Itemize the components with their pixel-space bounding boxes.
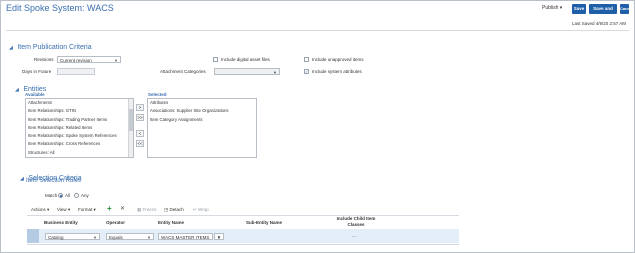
- row-header-selector[interactable]: [27, 229, 39, 243]
- column-header-entity-name[interactable]: Entity Name: [158, 220, 184, 225]
- include-unapproved-label: Include unapproved items: [312, 57, 364, 62]
- available-label: Available: [25, 92, 45, 97]
- match-label: Match: [45, 193, 58, 198]
- list-item[interactable]: Structures: All: [26, 149, 133, 157]
- collapse-triangle-icon: ◢: [20, 176, 24, 182]
- publication-section-title: Item Publication Criteria: [17, 44, 92, 51]
- remove-selected-button[interactable]: <: [136, 130, 144, 137]
- view-label: View: [57, 207, 67, 212]
- chevron-down-icon: ▾: [93, 207, 96, 212]
- chevron-down-icon: ▾: [559, 5, 563, 11]
- collapse-triangle-icon: ◢: [15, 87, 19, 93]
- remove-all-button[interactable]: <<: [136, 140, 144, 147]
- include-system-attributes-label: Include system attributes: [312, 69, 362, 74]
- column-header-sub-entity-name[interactable]: Sub-Entity Name: [246, 220, 282, 225]
- include-child-cell[interactable]: ...: [352, 233, 356, 239]
- column-header-business-entity[interactable]: Business Entity: [44, 220, 78, 225]
- chevron-down-icon: ▼: [273, 70, 277, 75]
- add-icon[interactable]: +: [107, 204, 112, 213]
- table-top-border: [27, 215, 459, 216]
- actions-menu[interactable]: Actions ▾: [31, 207, 49, 213]
- chevron-down-icon: ▼: [216, 235, 222, 240]
- header-divider: [6, 30, 629, 31]
- freeze-icon: ▦: [137, 207, 142, 212]
- list-item[interactable]: Item Relationships: Spoke System Referen…: [26, 132, 133, 140]
- include-digital-assets-label: Include digital asset files: [221, 57, 270, 62]
- move-all-button[interactable]: >>: [136, 114, 144, 121]
- last-saved-text: Last Saved 4/9/20 2:57 AM: [571, 21, 626, 26]
- scrollbar-thumb[interactable]: [129, 109, 133, 131]
- match-any-label: Any: [81, 193, 89, 198]
- entity-name-input[interactable]: WACS MASTER ITEMS: [158, 233, 213, 240]
- available-entities-list[interactable]: Attachments Item Relationships: GTIN Ite…: [25, 98, 134, 158]
- revisions-select[interactable]: Current revision ▼: [57, 56, 121, 63]
- chevron-down-icon: ▼: [147, 235, 151, 240]
- collapse-triangle-icon: ◢: [9, 45, 13, 51]
- entity-name-value: WACS MASTER ITEMS: [161, 235, 210, 240]
- wrap-icon: ↵: [193, 207, 197, 212]
- selected-entities-list[interactable]: Attributes Associations: Supplier Site O…: [147, 98, 257, 158]
- wrap-button[interactable]: ↵ Wrap: [193, 207, 209, 213]
- business-entity-value: Catalog: [48, 235, 64, 240]
- include-unapproved-checkbox[interactable]: [304, 57, 309, 62]
- match-all-label: All: [65, 193, 71, 198]
- chevron-down-icon: ▾: [67, 207, 71, 212]
- include-system-attributes-checkbox[interactable]: ✓: [304, 69, 309, 74]
- operator-value: Equals: [109, 235, 123, 240]
- attachment-categories-label: Attachment Categories: [160, 69, 206, 74]
- chevron-down-icon: ▼: [114, 58, 118, 63]
- days-in-future-input[interactable]: [57, 68, 95, 75]
- days-in-future-label: Days in Future: [22, 69, 52, 74]
- publish-label: Publish: [542, 5, 559, 11]
- save-and-close-button[interactable]: Save and Close: [589, 4, 617, 21]
- revisions-value: Current revision: [60, 58, 92, 63]
- list-item[interactable]: Item Relationships: Trading Partner Item…: [26, 116, 133, 124]
- list-item[interactable]: Attachments: [26, 99, 133, 107]
- column-header-include-child[interactable]: Include Child Item Classes: [335, 216, 377, 228]
- delete-icon[interactable]: ✕: [120, 205, 125, 212]
- match-any-radio[interactable]: [74, 193, 79, 198]
- list-item[interactable]: Item Category Assignments: [148, 116, 256, 124]
- detach-button[interactable]: ◳ Detach: [164, 207, 184, 213]
- business-entity-select[interactable]: Catalog ▼: [45, 233, 100, 240]
- available-list-scrollbar[interactable]: [128, 99, 133, 157]
- match-all-radio[interactable]: [58, 193, 63, 198]
- include-digital-assets-checkbox[interactable]: [213, 57, 218, 62]
- freeze-label: Freeze: [142, 207, 157, 212]
- list-item[interactable]: Item Relationships: GTIN: [26, 107, 133, 115]
- list-item[interactable]: Associations: Supplier Site Organization…: [148, 107, 256, 115]
- checkmark-icon: ✓: [305, 69, 309, 74]
- chevron-down-icon: ▾: [47, 207, 50, 212]
- list-item[interactable]: Item Relationships: Related Items: [26, 124, 133, 132]
- view-menu[interactable]: View ▾: [57, 207, 70, 213]
- list-item[interactable]: Attributes: [148, 99, 256, 107]
- page-title: Edit Spoke System: WACS: [6, 3, 114, 13]
- column-header-operator[interactable]: Operator: [106, 220, 125, 225]
- detach-icon: ◳: [164, 207, 169, 212]
- table-bottom-border: [27, 244, 459, 245]
- actions-label: Actions: [31, 207, 46, 212]
- publication-section-header[interactable]: ◢ Item Publication Criteria: [9, 36, 92, 54]
- wrap-label: Wrap: [198, 207, 209, 212]
- freeze-button[interactable]: ▦ Freeze: [137, 207, 157, 213]
- revisions-label: Revisions: [34, 57, 54, 62]
- item-selection-rules-title: Item Selection Rules: [26, 178, 82, 184]
- list-item[interactable]: Item Relationships: Cross References: [26, 140, 133, 148]
- cancel-button[interactable]: Cancel: [620, 4, 633, 14]
- format-menu[interactable]: Format ▾: [78, 207, 96, 213]
- publish-menu[interactable]: Publish ▾: [542, 5, 562, 11]
- entity-name-dropdown[interactable]: ▼: [214, 233, 224, 240]
- attachment-categories-select[interactable]: ▼: [214, 68, 280, 75]
- operator-select[interactable]: Equals ▼: [106, 233, 154, 240]
- selected-label: Selected: [148, 92, 167, 97]
- detach-label: Detach: [169, 207, 184, 212]
- move-selected-button[interactable]: >: [136, 104, 144, 111]
- save-button[interactable]: Save: [572, 4, 586, 14]
- format-label: Format: [78, 207, 93, 212]
- chevron-down-icon: ▼: [93, 235, 97, 240]
